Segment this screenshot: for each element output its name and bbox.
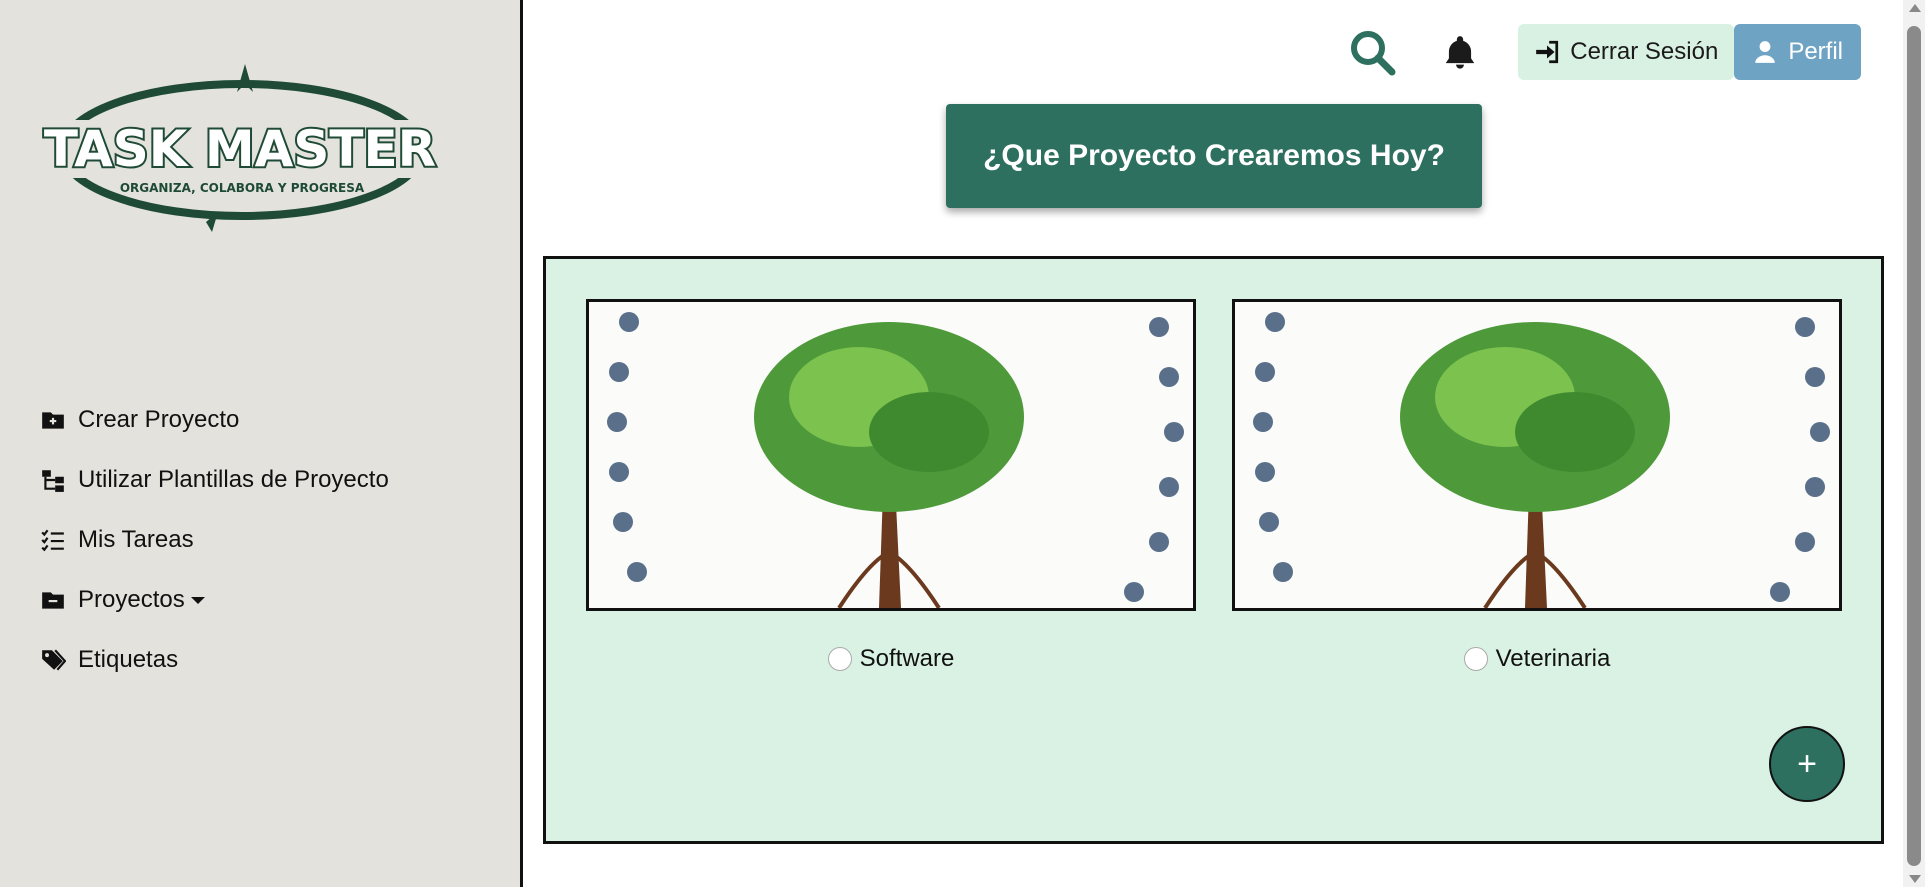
template-option-veterinaria[interactable]: Veterinaria <box>1232 645 1842 673</box>
sitemap-icon <box>42 470 64 492</box>
sidebar-item-label: Crear Proyecto <box>78 406 240 433</box>
sidebar-nav: Crear Proyecto Utilizar Plantillas de Pr… <box>40 390 389 690</box>
sidebar: TASK MASTER ORGANIZA, COLABORA Y PROGRES… <box>0 0 523 887</box>
sidebar-item-plantillas[interactable]: Utilizar Plantillas de Proyecto <box>40 450 389 510</box>
sidebar-item-label: Utilizar Plantillas de Proyecto <box>78 466 389 493</box>
user-icon <box>1755 41 1776 63</box>
scroll-up-icon[interactable] <box>1909 4 1921 12</box>
sidebar-item-etiquetas[interactable]: Etiquetas <box>40 630 389 690</box>
svg-text:ORGANIZA, COLABORA Y PROGRESA: ORGANIZA, COLABORA Y PROGRESA <box>120 181 365 195</box>
sidebar-item-label: Proyectos <box>78 586 185 613</box>
profile-button[interactable]: Perfil <box>1734 24 1861 80</box>
page-title: ¿Que Proyecto Crearemos Hoy? <box>946 104 1482 208</box>
template-card-veterinaria[interactable]: Veterinaria <box>1232 299 1842 673</box>
logout-button[interactable]: Cerrar Sesión <box>1518 24 1735 80</box>
sidebar-item-crear-proyecto[interactable]: Crear Proyecto <box>40 390 389 450</box>
template-card-software[interactable]: Software <box>586 299 1196 673</box>
sign-in-icon <box>1536 40 1559 64</box>
add-template-button[interactable]: + <box>1769 726 1845 802</box>
template-image <box>1232 299 1842 611</box>
scrollbar-thumb[interactable] <box>1907 26 1921 866</box>
logout-label: Cerrar Sesión <box>1570 38 1719 65</box>
task-master-logo[interactable]: TASK MASTER ORGANIZA, COLABORA Y PROGRES… <box>32 62 452 242</box>
notifications-button[interactable] <box>1430 24 1490 80</box>
bell-icon <box>1446 36 1475 69</box>
scrollbar[interactable] <box>1903 0 1925 887</box>
main-content: Cerrar Sesión Perfil ¿Que Proyecto Crear… <box>526 0 1903 887</box>
templates-panel: Software Veterinaria + <box>543 256 1884 844</box>
sidebar-item-mis-tareas[interactable]: Mis Tareas <box>40 510 389 570</box>
top-bar: Cerrar Sesión Perfil <box>1342 24 1861 80</box>
template-label: Veterinaria <box>1495 645 1611 672</box>
template-label: Software <box>859 645 955 672</box>
list-check-icon <box>41 529 64 552</box>
sidebar-item-proyectos[interactable]: Proyectos <box>40 570 389 630</box>
scroll-down-icon[interactable] <box>1909 875 1921 883</box>
search-icon <box>1351 31 1396 76</box>
search-button[interactable] <box>1342 24 1402 80</box>
template-image <box>586 299 1196 611</box>
radio-button[interactable] <box>827 647 852 671</box>
folder-minus-icon <box>42 592 64 609</box>
svg-text:TASK MASTER: TASK MASTER <box>44 120 436 178</box>
chevron-down-icon <box>190 596 205 604</box>
sidebar-item-label: Etiquetas <box>78 646 179 673</box>
folder-plus-icon <box>42 412 64 429</box>
sidebar-item-label: Mis Tareas <box>78 526 194 553</box>
tags-icon <box>42 649 66 671</box>
profile-label: Perfil <box>1788 38 1843 65</box>
radio-button[interactable] <box>1463 647 1488 671</box>
template-option-software[interactable]: Software <box>586 645 1196 673</box>
